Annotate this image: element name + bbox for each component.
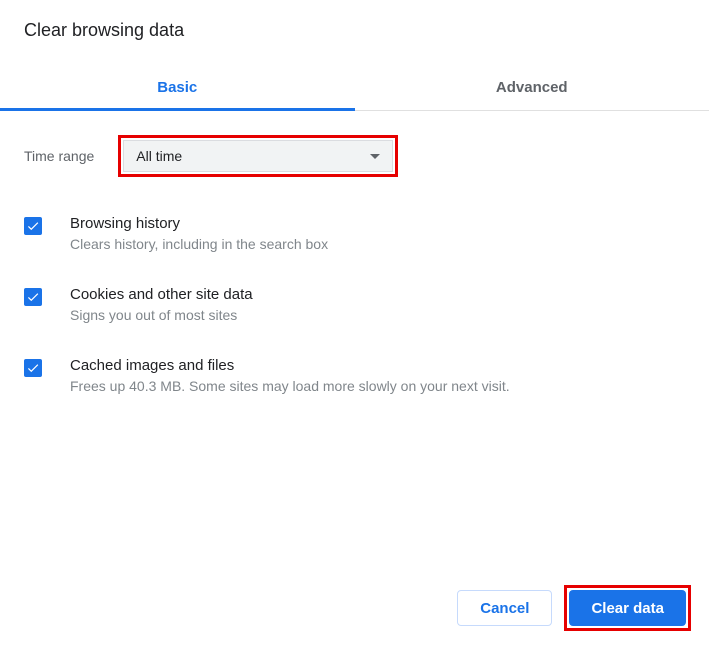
option-desc: Frees up 40.3 MB. Some sites may load mo… (70, 378, 685, 394)
check-icon (26, 361, 40, 375)
option-text: Cached images and files Frees up 40.3 MB… (70, 357, 685, 394)
checkbox-cached[interactable] (24, 359, 42, 377)
time-range-row: Time range All time (24, 135, 685, 177)
option-browsing-history: Browsing history Clears history, includi… (24, 215, 685, 252)
check-icon (26, 290, 40, 304)
content-area: Time range All time Browsing history Cle… (0, 111, 709, 452)
option-text: Cookies and other site data Signs you ou… (70, 286, 685, 323)
option-title: Browsing history (70, 215, 685, 232)
option-cached: Cached images and files Frees up 40.3 MB… (24, 357, 685, 394)
checkbox-browsing-history[interactable] (24, 217, 42, 235)
highlight-time-range: All time (118, 135, 398, 177)
caret-down-icon (370, 154, 380, 159)
checkbox-cookies[interactable] (24, 288, 42, 306)
tab-basic[interactable]: Basic (0, 65, 355, 110)
cancel-button[interactable]: Cancel (457, 590, 552, 626)
tab-advanced[interactable]: Advanced (355, 65, 709, 110)
option-desc: Clears history, including in the search … (70, 236, 685, 252)
time-range-value: All time (136, 148, 370, 164)
option-title: Cookies and other site data (70, 286, 685, 303)
time-range-label: Time range (24, 148, 94, 164)
option-cookies: Cookies and other site data Signs you ou… (24, 286, 685, 323)
dialog-footer: Cancel Clear data (457, 585, 691, 631)
option-title: Cached images and files (70, 357, 685, 374)
option-desc: Signs you out of most sites (70, 307, 685, 323)
clear-data-button[interactable]: Clear data (569, 590, 686, 626)
highlight-clear-button: Clear data (564, 585, 691, 631)
time-range-select[interactable]: All time (123, 140, 393, 172)
check-icon (26, 219, 40, 233)
tabs-container: Basic Advanced (0, 65, 709, 111)
option-text: Browsing history Clears history, includi… (70, 215, 685, 252)
dialog-title: Clear browsing data (0, 0, 709, 41)
